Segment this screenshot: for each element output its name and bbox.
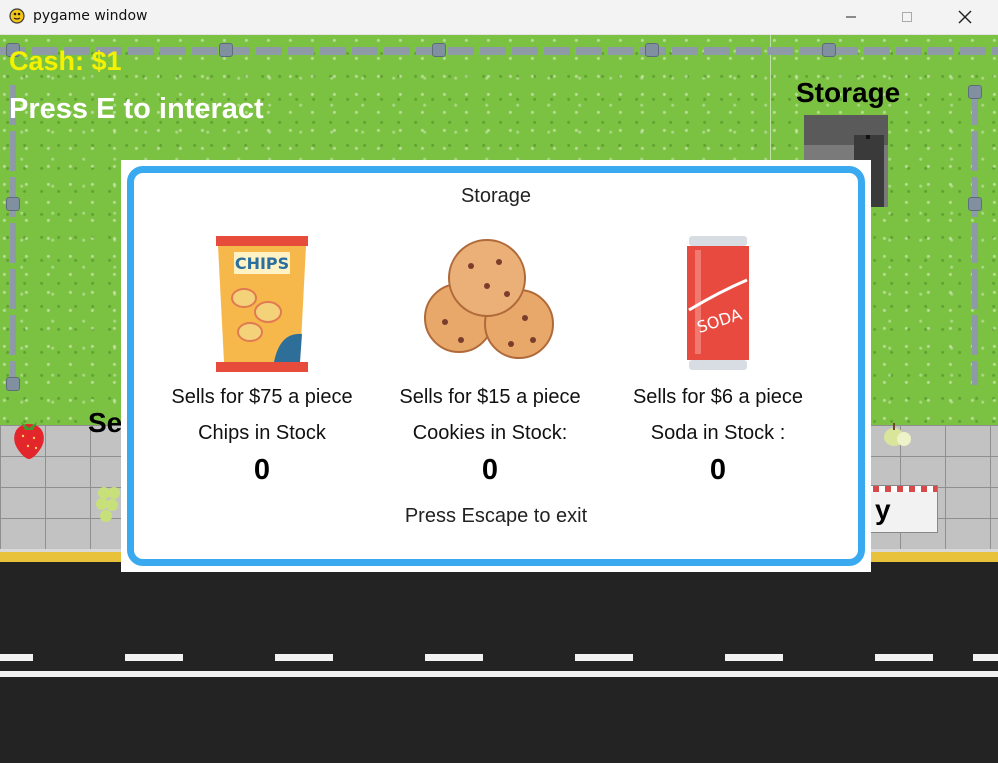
cookies-item: Sells for $15 a piece Cookies in Stock: …: [370, 160, 610, 500]
chips-stock-label: Chips in Stock: [198, 422, 326, 444]
maximize-button[interactable]: [884, 0, 930, 34]
window-titlebar: pygame window: [0, 0, 998, 35]
sell-sign: Se: [88, 407, 123, 438]
pygame-snake-icon: [9, 8, 25, 24]
storage-building-label: Storage: [796, 77, 901, 108]
soda-stock-count: 0: [709, 454, 727, 486]
road-solid-line: [0, 671, 998, 677]
close-icon: [958, 10, 972, 24]
awning-stripe: [861, 486, 937, 492]
fence-post: [6, 377, 20, 391]
buy-sign: y: [875, 494, 891, 525]
exit-hint: Press Escape to exit: [404, 505, 588, 527]
strawberry-icon: [14, 422, 44, 459]
close-button[interactable]: [942, 0, 988, 34]
fence-post: [822, 43, 836, 57]
chips-stock-count: 0: [253, 454, 271, 486]
fence-post: [968, 197, 982, 211]
cookies-stock-count: 0: [481, 454, 499, 486]
minimize-button[interactable]: [828, 0, 874, 34]
road: [0, 562, 998, 763]
fence-post: [219, 43, 233, 57]
soda-item: SODA Sells for $6 a piece Soda in Stock …: [598, 160, 838, 500]
cookies-icon: [424, 239, 554, 359]
chips-bag-icon: CHIPS: [216, 236, 308, 372]
fence-right: [972, 85, 978, 385]
window-title: pygame window: [33, 8, 148, 24]
grapes-icon: [96, 487, 120, 522]
interact-hint: Press E to interact: [9, 93, 264, 125]
svg-text:CHIPS: CHIPS: [235, 254, 289, 273]
maximize-icon: [902, 12, 912, 22]
buy-stand[interactable]: y: [860, 485, 938, 533]
fence-post: [968, 85, 982, 99]
chips-price: Sells for $75 a piece: [171, 386, 353, 408]
minimize-icon: [846, 16, 856, 18]
soda-can-icon: SODA: [687, 236, 749, 370]
fence-top: [0, 47, 998, 55]
soda-price: Sells for $6 a piece: [632, 386, 804, 408]
fence-post: [645, 43, 659, 57]
cookies-stock-label: Cookies in Stock:: [412, 422, 568, 444]
storage-panel: Storage CHIPS Sells for $75 a piece Chip…: [121, 160, 871, 572]
game-canvas[interactable]: Cash: $1 Press E to interact Storage Se …: [0, 35, 998, 763]
fence-post: [432, 43, 446, 57]
fence-left: [10, 85, 16, 385]
cookies-price: Sells for $15 a piece: [399, 386, 581, 408]
cash-display: Cash: $1: [9, 46, 122, 76]
lane-dashes: [0, 654, 998, 661]
fence-post: [6, 197, 20, 211]
pear-icon: [884, 423, 911, 446]
chips-item: CHIPS Sells for $75 a piece Chips in Sto…: [142, 160, 382, 500]
soda-stock-label: Soda in Stock :: [650, 422, 786, 444]
